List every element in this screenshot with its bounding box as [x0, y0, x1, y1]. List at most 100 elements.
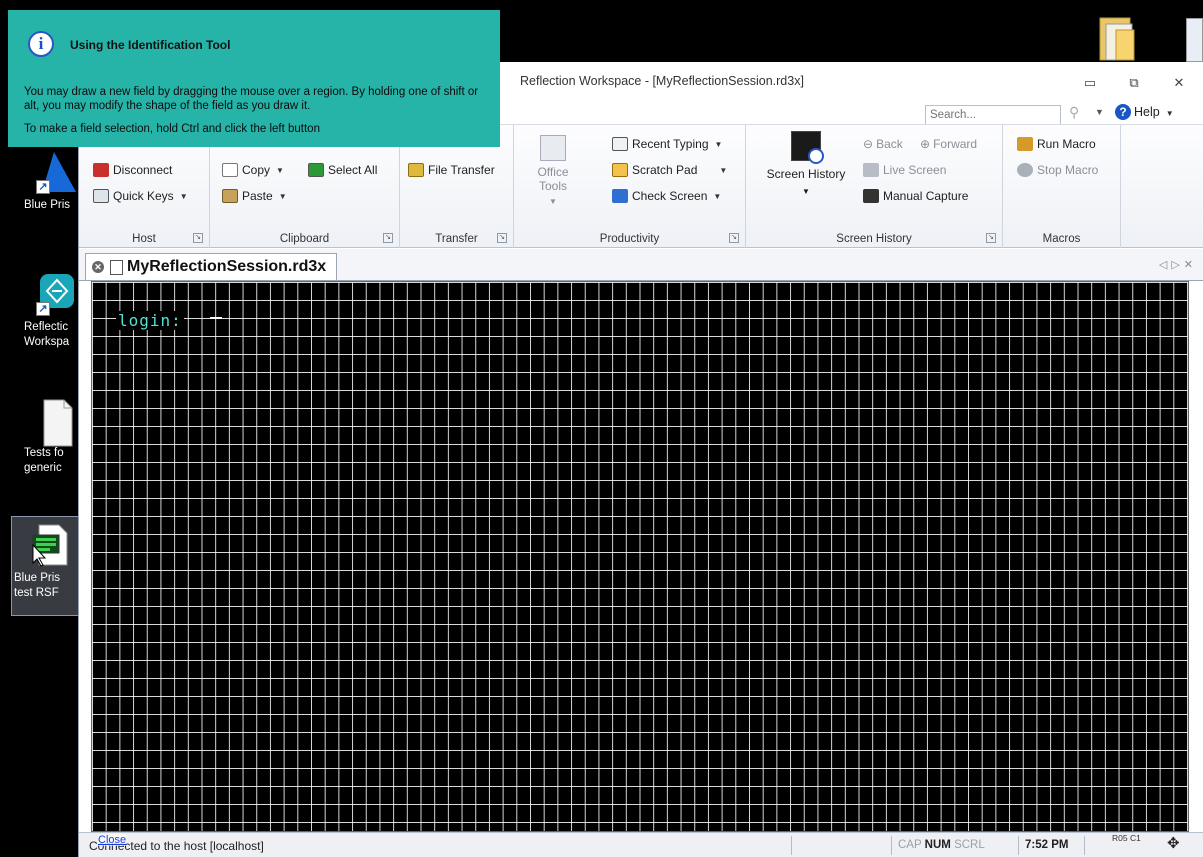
cursor-position: R05 C1: [1112, 833, 1141, 843]
login-prompt: login:: [116, 311, 184, 330]
scratch-pad-button[interactable]: Scratch Pad ▼: [612, 163, 727, 177]
check-screen-button[interactable]: Check Screen ▼: [612, 189, 721, 203]
live-screen-icon: [863, 163, 879, 177]
run-macro-button[interactable]: Run Macro: [1017, 137, 1096, 151]
desktop: { "tooltip": { "title": "Using the Ident…: [0, 0, 1203, 857]
desktop-icon-blue-prism-test-rsf[interactable]: Blue Pris test RSF: [11, 516, 87, 616]
session-file-icon: [27, 523, 71, 567]
forward-button[interactable]: ⊕ Forward: [920, 137, 977, 151]
copy-button[interactable]: Copy ▼: [222, 163, 284, 177]
group-label: Clipboard: [279, 233, 330, 245]
status-box-empty: [791, 836, 891, 855]
move-icon[interactable]: ✥: [1167, 834, 1180, 852]
group-label: Screen History: [836, 233, 912, 245]
group-label: Macros: [1042, 233, 1081, 245]
paste-icon: [222, 189, 238, 203]
scrl-indicator: SCRL: [954, 839, 985, 851]
search-icon[interactable]: ⚲: [1069, 104, 1079, 121]
help-button[interactable]: ? Help ▼: [1115, 104, 1174, 120]
clock: 7:52 PM: [1018, 836, 1084, 855]
back-icon: ⊖: [863, 137, 874, 151]
forward-icon: ⊕: [920, 137, 931, 151]
reflection-window: Reflection Workspace - [MyReflectionSess…: [78, 62, 1203, 857]
minimize-button[interactable]: ▭: [1080, 74, 1100, 92]
disconnect-icon: [93, 163, 109, 177]
document-tab[interactable]: ✕ MyReflectionSession.rd3x: [85, 253, 338, 280]
text-document-icon: [34, 398, 78, 447]
folder-icon[interactable]: [1096, 14, 1138, 62]
quick-keys-button[interactable]: Quick Keys ▼: [93, 189, 188, 203]
close-tab-icon[interactable]: ✕: [92, 261, 104, 273]
ribbon-group-productivity: Office Tools ▼ Recent Typing ▼ Scratch Pa…: [514, 125, 746, 248]
group-label: Productivity: [599, 233, 660, 245]
terminal-screen[interactable]: login:: [91, 281, 1189, 832]
file-transfer-button[interactable]: File Transfer: [408, 163, 495, 177]
chevron-down-icon: ▼: [179, 191, 188, 201]
back-button[interactable]: ⊖ Back: [863, 137, 903, 151]
live-screen-button[interactable]: Live Screen: [863, 163, 946, 177]
dialog-launcher-icon[interactable]: ↘: [193, 233, 203, 243]
help-label: Help: [1134, 105, 1160, 119]
copy-icon: [222, 163, 238, 177]
desktop-icon-label: test RSF: [14, 587, 59, 599]
close-link[interactable]: Close: [98, 834, 127, 846]
paste-button[interactable]: Paste ▼: [222, 189, 287, 203]
help-icon: ?: [1115, 104, 1131, 120]
status-bar: Connected to the host [localhost] Close …: [79, 832, 1203, 857]
chevron-down-icon: ▼: [714, 139, 723, 149]
keyboard-indicators: CAP NUM SCRL: [891, 836, 1018, 855]
select-all-icon: [308, 163, 324, 177]
chevron-down-icon: ▼: [719, 165, 728, 175]
manual-capture-button[interactable]: Manual Capture: [863, 189, 968, 203]
ribbon-group-macros: Run Macro Stop Macro Macros: [1003, 125, 1121, 248]
check-screen-icon: [612, 189, 628, 203]
dialog-launcher-icon[interactable]: ↘: [986, 233, 996, 243]
stop-macro-button[interactable]: Stop Macro: [1017, 163, 1098, 177]
close-window-button[interactable]: ✕: [1169, 74, 1189, 92]
search-dropdown-icon[interactable]: ▼: [1095, 107, 1104, 117]
dialog-launcher-icon[interactable]: ↘: [729, 233, 739, 243]
run-macro-icon: [1017, 137, 1033, 151]
recent-typing-button[interactable]: Recent Typing ▼: [612, 137, 722, 151]
keyboard-icon: [612, 137, 628, 151]
dialog-launcher-icon[interactable]: ↘: [497, 233, 507, 243]
chevron-down-icon: ▼: [276, 165, 284, 175]
reflection-icon: ↗: [34, 272, 78, 316]
restore-button[interactable]: ⧉: [1124, 74, 1144, 92]
tooltip-body: You may draw a new field by dragging the…: [24, 86, 479, 112]
cap-indicator: CAP: [898, 839, 922, 851]
session-document-icon: [110, 259, 123, 275]
chevron-down-icon: ▼: [549, 197, 557, 206]
search-input[interactable]: [925, 105, 1061, 125]
chevron-down-icon: ▼: [713, 191, 722, 201]
document-tab-bar: ✕ MyReflectionSession.rd3x ◁▷✕: [79, 249, 1203, 281]
group-label: Host: [132, 233, 156, 245]
window-title: Reflection Workspace - [MyReflectionSess…: [520, 74, 804, 88]
desktop-icon-label: Blue Pris: [14, 572, 61, 584]
scratch-pad-icon: [612, 163, 628, 177]
chevron-down-icon: ▼: [802, 187, 810, 196]
info-icon: i: [28, 31, 54, 57]
keyboard-icon: [93, 189, 109, 203]
dialog-launcher-icon[interactable]: ↘: [383, 233, 393, 243]
office-tools-button[interactable]: Office Tools ▼: [524, 135, 582, 206]
disconnect-button[interactable]: Disconnect: [93, 163, 172, 177]
screen-history-icon: [791, 131, 824, 164]
status-box-icon: [1084, 836, 1110, 855]
stop-macro-icon: [1017, 163, 1033, 177]
file-transfer-icon: [408, 163, 424, 177]
tooltip-title: Using the Identification Tool: [70, 38, 231, 52]
shortcut-arrow-icon: ↗: [36, 302, 50, 316]
tab-navigation[interactable]: ◁▷✕: [1159, 258, 1197, 271]
terminal-cursor: [210, 317, 222, 319]
screen-history-button[interactable]: Screen History ▼: [758, 131, 854, 196]
select-all-button[interactable]: Select All: [308, 163, 377, 177]
chevron-down-icon: ▼: [278, 191, 287, 201]
shortcut-arrow-icon: ↗: [36, 180, 50, 194]
identification-tool-tooltip: i Using the Identification Tool You may …: [8, 10, 500, 147]
desktop-document-icon[interactable]: [1186, 18, 1203, 62]
num-indicator: NUM: [924, 839, 951, 851]
blue-prism-icon: ↗: [34, 150, 78, 194]
chevron-down-icon: ▼: [1165, 109, 1174, 118]
camera-icon: [863, 189, 879, 203]
